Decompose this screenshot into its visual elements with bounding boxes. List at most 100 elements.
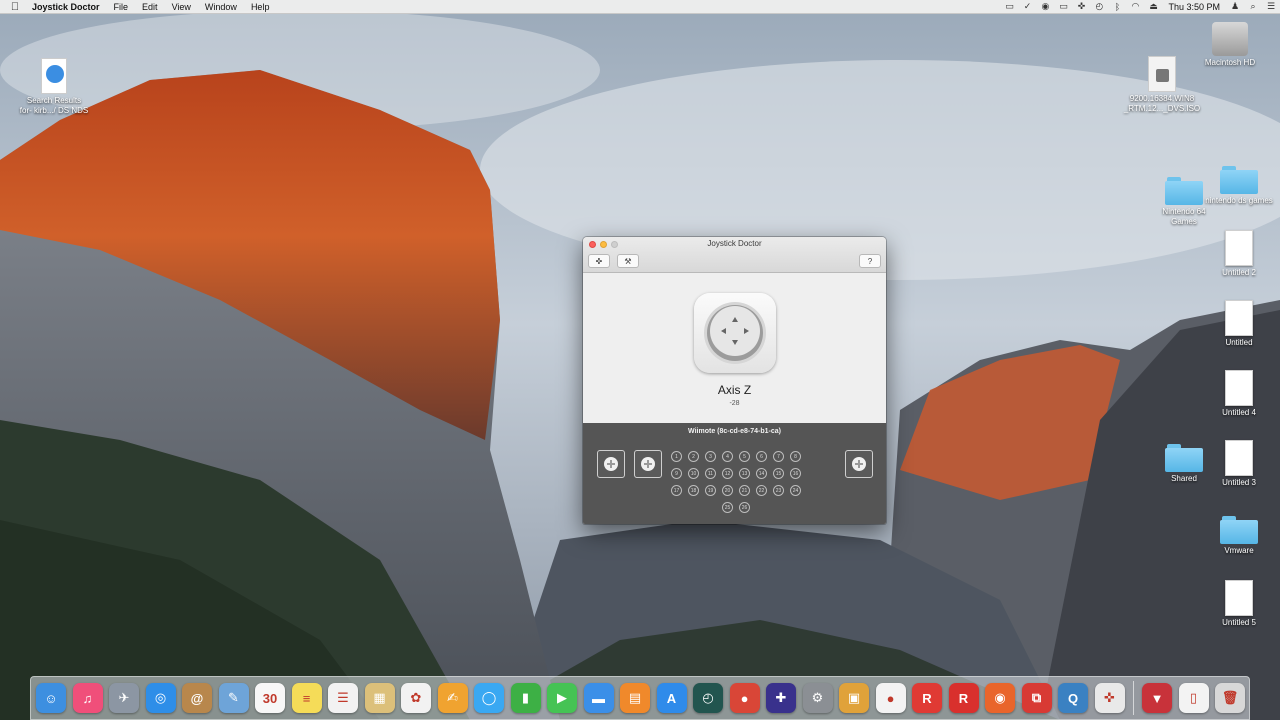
controller-button-indicator: 2 — [688, 451, 699, 462]
pages-icon[interactable]: ✍ — [437, 683, 468, 713]
menu-edit[interactable]: Edit — [135, 0, 165, 14]
desktop-icon-nintendo-ds-games[interactable]: nintendo ds games — [1199, 166, 1279, 206]
menu-help[interactable]: Help — [244, 0, 277, 14]
document-stack-icon[interactable]: ▯ — [1178, 683, 1209, 713]
desktop-icon-label: nintendo ds games — [1205, 196, 1273, 205]
itunes-icon[interactable]: ♫ — [72, 683, 103, 713]
desktop-icon-untitled[interactable]: Untitled — [1199, 300, 1279, 348]
downloads-stack-icon[interactable]: ▼ — [1142, 683, 1172, 713]
spotlight-icon[interactable]: ⌕ — [1244, 0, 1262, 14]
airplay-icon[interactable]: ▭ — [1054, 0, 1072, 14]
controller-button-indicator: 13 — [739, 468, 750, 479]
app-store-icon[interactable]: A — [656, 683, 687, 713]
tools-icon: ⚒ — [624, 256, 632, 266]
controller-button-indicator: 16 — [790, 468, 801, 479]
record-icon[interactable]: ◉ — [1036, 0, 1054, 14]
help-button[interactable]: ? — [859, 254, 881, 268]
photos-icon[interactable]: ✿ — [401, 683, 431, 713]
screen-share-icon[interactable]: ▭ — [1000, 0, 1018, 14]
bluetooth-icon[interactable]: ᛒ — [1108, 0, 1126, 14]
firefox-icon[interactable]: ◉ — [985, 683, 1015, 713]
numbers-icon[interactable]: ▮ — [510, 683, 541, 713]
desktop-icon-untitled-4[interactable]: Untitled 4 — [1199, 370, 1279, 418]
launchpad-icon[interactable]: ✈ — [109, 683, 139, 713]
trash-icon[interactable]: 🗑 — [1215, 683, 1245, 713]
stick-icon — [852, 457, 866, 471]
time-machine-icon[interactable]: ◴ — [1090, 0, 1108, 14]
controller-button-indicator: 19 — [705, 485, 716, 496]
game-center-icon[interactable]: ● — [875, 683, 906, 713]
messages-icon[interactable]: ◯ — [474, 683, 504, 713]
preview-icon[interactable]: ✎ — [218, 683, 249, 713]
photos-slideshow-icon[interactable]: ▦ — [364, 683, 395, 713]
tools-tab-button[interactable]: ⚒ — [617, 254, 639, 268]
calendar-icon[interactable]: 30 — [255, 683, 285, 713]
menu-window[interactable]: Window — [198, 0, 244, 14]
reminders-icon[interactable]: ☰ — [328, 683, 358, 713]
desktop-icon-untitled-3[interactable]: Untitled 3 — [1199, 440, 1279, 488]
ibooks-icon[interactable]: ▤ — [620, 683, 650, 713]
joystick-axis-2[interactable] — [634, 450, 662, 478]
stick-icon — [604, 457, 618, 471]
desktop-icon-label: Untitled 5 — [1222, 618, 1256, 627]
controller-tab-button[interactable]: ✜ — [588, 254, 610, 268]
desktop-icon-macintosh-hd[interactable]: Macintosh HD — [1190, 22, 1270, 68]
user-icon[interactable]: ♟ — [1226, 0, 1244, 14]
quicktime-icon[interactable]: Q — [1058, 683, 1088, 713]
document-icon — [1225, 580, 1253, 616]
wifi-icon[interactable]: ◠ — [1126, 0, 1144, 14]
desktop-icon-iso[interactable]: 9200.16384.WIN8 _RTM.12..._DVS.ISO — [1122, 56, 1202, 114]
joystick-icon[interactable]: ✜ — [1072, 0, 1090, 14]
desktop-icon-untitled-2[interactable]: Untitled 2 — [1199, 230, 1279, 278]
chrome-icon[interactable]: ● — [729, 683, 760, 713]
desktop-icon-label: Untitled 2 — [1222, 268, 1256, 277]
controller-button-indicator: 23 — [773, 485, 784, 496]
joystick-axis-3[interactable] — [845, 450, 873, 478]
controller-icon[interactable]: ✜ — [1094, 683, 1125, 713]
axis-tile — [694, 293, 776, 373]
notes-icon[interactable]: ≡ — [291, 683, 322, 713]
document-icon — [1225, 300, 1253, 336]
controller-button-indicator: 6 — [756, 451, 767, 462]
desktop-icon-vmware[interactable]: Vmware — [1199, 516, 1279, 556]
menu-clock[interactable]: Thu 3:50 PM — [1162, 2, 1226, 12]
menu-app-name[interactable]: Joystick Doctor — [30, 0, 107, 14]
time-machine-icon[interactable]: ◴ — [693, 683, 723, 713]
controller-button-indicator: 17 — [671, 485, 682, 496]
folder-icon — [1220, 516, 1258, 544]
contacts-icon[interactable]: @ — [182, 683, 212, 713]
photo-booth-icon[interactable]: ▣ — [839, 683, 869, 713]
menu-file[interactable]: File — [107, 0, 136, 14]
eject-icon[interactable]: ⏏ — [1144, 0, 1162, 14]
controller-button-indicator: 20 — [722, 485, 733, 496]
finder-icon[interactable]: ☺ — [36, 683, 66, 713]
controller-button-indicator: 4 — [722, 451, 733, 462]
parallels-icon[interactable]: ⧉ — [1021, 683, 1052, 713]
keynote-icon[interactable]: ▬ — [583, 683, 614, 713]
notification-center-icon[interactable]: ☰ — [1262, 0, 1280, 14]
roblox-studio-icon[interactable]: R — [948, 683, 979, 713]
apple-logo-icon[interactable]:  — [0, 0, 30, 14]
desktop-icon-label: 9200.16384.WIN8 _RTM.12..._DVS.ISO — [1123, 94, 1201, 113]
desktop-icon-search-results[interactable]: Search Results for- kirb.../ DS NDS — [14, 58, 94, 116]
desktop-icon-label: Search Results for- kirb.../ DS NDS — [19, 96, 89, 115]
controller-button-indicator: 5 — [739, 451, 750, 462]
joystick-doctor-icon[interactable]: ✚ — [766, 683, 796, 713]
desktop-icon-untitled-5[interactable]: Untitled 5 — [1199, 580, 1279, 628]
safari-icon[interactable]: ◎ — [145, 683, 176, 713]
desktop-icon-label: Untitled — [1225, 338, 1253, 347]
dpad-icon — [704, 302, 766, 364]
facetime-icon[interactable]: ▶ — [547, 683, 577, 713]
menu-view[interactable]: View — [165, 0, 198, 14]
stick-icon — [641, 457, 655, 471]
webloc-file-icon — [41, 58, 67, 94]
gamepad-icon: ✜ — [595, 256, 603, 266]
window-titlebar[interactable]: Joystick Doctor ✜ ⚒ ? — [583, 237, 886, 273]
system-preferences-icon[interactable]: ⚙ — [802, 683, 833, 713]
checkmark-icon[interactable]: ✓ — [1018, 0, 1036, 14]
roblox-icon[interactable]: R — [912, 683, 942, 713]
controller-button-indicator: 11 — [705, 468, 716, 479]
joystick-axis-1[interactable] — [597, 450, 625, 478]
controller-button-indicator: 18 — [688, 485, 699, 496]
desktop-icon-label: Vmware — [1224, 546, 1254, 555]
